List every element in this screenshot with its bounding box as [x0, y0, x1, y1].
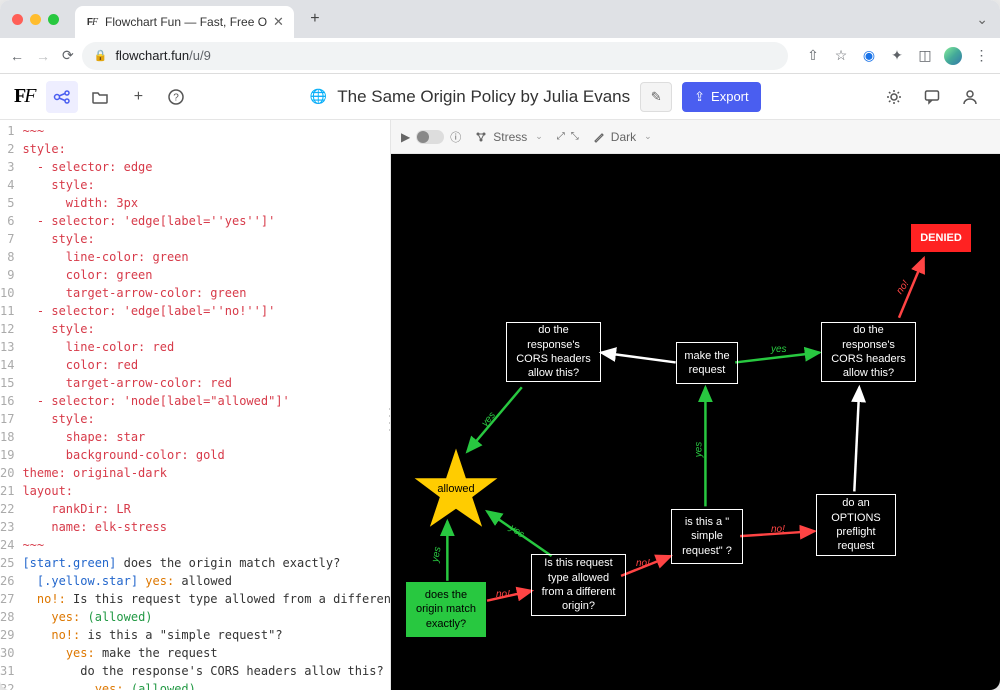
chevron-down-icon: ⌄: [535, 131, 543, 142]
tab-favicon: FF: [85, 15, 99, 29]
tab-overflow-chevron[interactable]: ⌄: [976, 11, 988, 28]
chevron-down-icon: ⌄: [644, 131, 652, 142]
new-button[interactable]: +: [122, 81, 154, 113]
url-bar[interactable]: 🔒 flowchart.fun/u/9: [82, 42, 788, 70]
layout-label: Stress: [493, 130, 527, 144]
graph-node-denied[interactable]: DENIED: [911, 224, 971, 252]
user-icon: [961, 88, 979, 106]
svg-text:?: ?: [174, 92, 180, 103]
edge-label-no: no!: [771, 524, 785, 535]
info-icon[interactable]: ⓘ: [450, 129, 461, 145]
pane-resizer[interactable]: [387, 405, 390, 433]
reload-button[interactable]: ⟳: [62, 47, 74, 64]
maximize-window-button[interactable]: [48, 14, 59, 25]
share-icon[interactable]: ⇧: [804, 47, 822, 65]
chat-icon: [923, 88, 941, 106]
brush-icon: [593, 131, 605, 143]
zoom-out-button[interactable]: ⤢: [557, 131, 565, 142]
theme-selector[interactable]: Dark ⌄: [593, 130, 652, 144]
edge-label-yes: yes: [771, 344, 787, 355]
forward-button[interactable]: →: [36, 48, 50, 64]
browser-addressbar: ← → ⟳ 🔒 flowchart.fun/u/9 ⇧ ☆ ◉ ✦ ◫ ⋮: [0, 38, 1000, 74]
graph-node-cors1[interactable]: do the response's CORS headers allow thi…: [506, 322, 601, 382]
graph-node-allowed[interactable]: allowed: [411, 444, 501, 534]
export-button[interactable]: ⇪ Export: [682, 82, 760, 112]
gear-icon: [885, 88, 903, 106]
tab-title: Flowchart Fun — Fast, Free O: [105, 15, 267, 29]
edge-label-no: no!: [496, 589, 510, 600]
new-tab-button[interactable]: +: [302, 6, 328, 32]
feedback-button[interactable]: [916, 81, 948, 113]
browser-tab[interactable]: FF Flowchart Fun — Fast, Free O ✕: [75, 6, 294, 38]
edge-label-yes: yes: [693, 442, 704, 458]
profile-avatar[interactable]: [944, 47, 962, 65]
page-title: The Same Origin Policy by Julia Evans: [337, 87, 630, 107]
app-header: FF + ? 🌐 The Same Origin Policy by Julia…: [0, 74, 1000, 120]
graph-node-make[interactable]: make the request: [676, 342, 738, 384]
zoom-in-button[interactable]: ⤡: [571, 131, 579, 142]
window-controls: [12, 14, 59, 25]
minimize-window-button[interactable]: [30, 14, 41, 25]
bookmark-icon[interactable]: ☆: [832, 47, 850, 65]
panel-icon[interactable]: ◫: [916, 47, 934, 65]
graph-node-start[interactable]: does the origin match exactly?: [406, 582, 486, 637]
export-label: Export: [711, 89, 749, 104]
edit-title-button[interactable]: ✎: [640, 82, 672, 112]
graph-node-simple[interactable]: is this a " simple request" ?: [671, 509, 743, 564]
account-button[interactable]: [954, 81, 986, 113]
theme-label: Dark: [611, 130, 636, 144]
graph-toolbar: ▶ ⓘ Stress ⌄ ⤢ ⤡ Dark ⌄: [391, 120, 1000, 154]
help-icon: ?: [167, 88, 185, 106]
globe-icon: 🌐: [310, 88, 327, 105]
code-editor[interactable]: 1234567891011121314151617181920212223242…: [0, 120, 390, 690]
help-button[interactable]: ?: [160, 81, 192, 113]
lock-icon: 🔒: [94, 49, 108, 62]
extensions-icon[interactable]: ◉: [860, 47, 878, 65]
url-domain: flowchart.fun: [115, 48, 189, 63]
graph-node-options[interactable]: do an OPTIONS preflight request: [816, 494, 896, 556]
app-logo[interactable]: FF: [14, 85, 34, 108]
editor-mode-button[interactable]: [46, 81, 78, 113]
graph-canvas[interactable]: does the origin match exactly? allowed I…: [391, 154, 1000, 690]
close-window-button[interactable]: [12, 14, 23, 25]
puzzle-icon[interactable]: ✦: [888, 47, 906, 65]
graph-panel: ▶ ⓘ Stress ⌄ ⤢ ⤡ Dark ⌄: [390, 120, 1000, 690]
open-button[interactable]: [84, 81, 116, 113]
layout-selector[interactable]: Stress ⌄: [475, 130, 543, 144]
overflow-menu-icon[interactable]: ⋮: [972, 47, 990, 65]
folder-icon: [91, 88, 109, 106]
play-controls[interactable]: ▶ ⓘ: [401, 129, 461, 145]
url-path: /u/9: [189, 48, 211, 63]
edge-label-no: no!: [636, 558, 650, 569]
export-icon: ⇪: [694, 89, 705, 105]
graph-node-cors2[interactable]: do the response's CORS headers allow thi…: [821, 322, 916, 382]
back-button[interactable]: ←: [10, 48, 24, 64]
graph-node-reqtype[interactable]: Is this request type allowed from a diff…: [531, 554, 626, 616]
nodes-icon: [53, 88, 71, 106]
browser-tabbar: FF Flowchart Fun — Fast, Free O ✕ + ⌄: [0, 0, 1000, 38]
toggle-switch[interactable]: [416, 130, 444, 144]
layout-icon: [475, 131, 487, 143]
settings-button[interactable]: [878, 81, 910, 113]
play-icon: ▶: [401, 130, 410, 144]
close-tab-icon[interactable]: ✕: [273, 14, 284, 30]
